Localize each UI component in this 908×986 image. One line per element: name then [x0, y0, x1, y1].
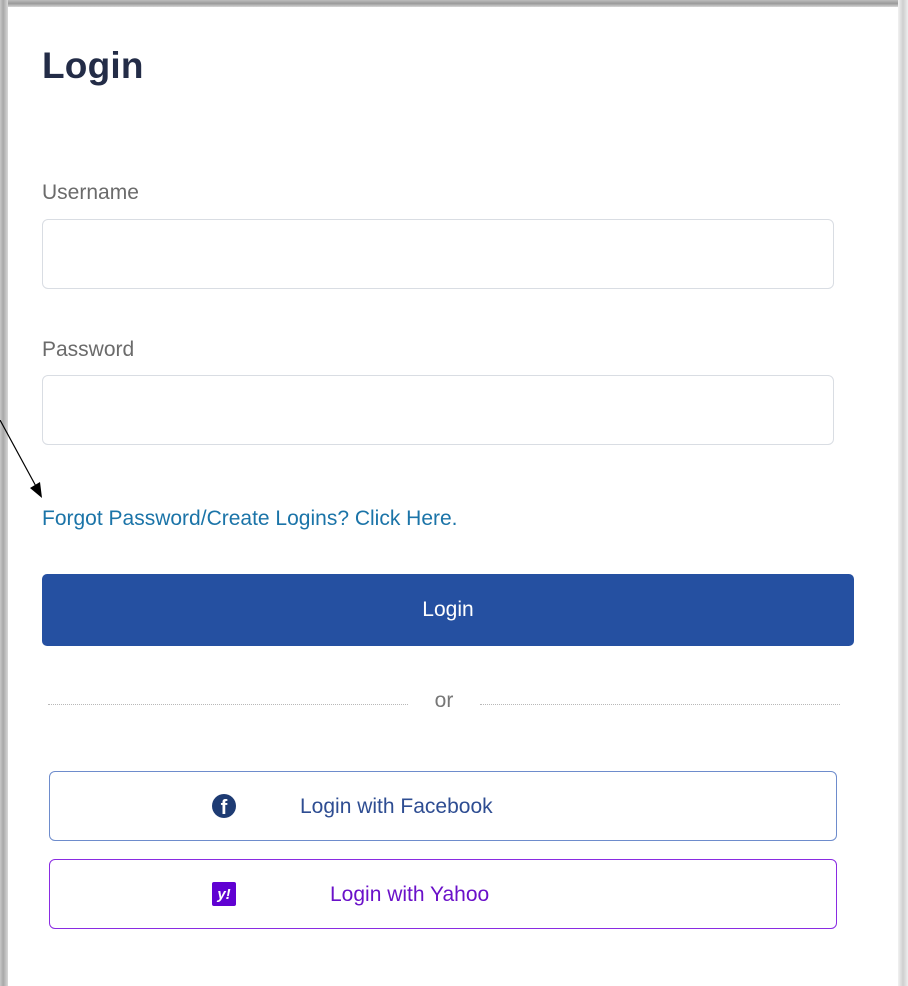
login-with-facebook-button[interactable]: f Login with Facebook	[49, 771, 837, 841]
facebook-button-label: Login with Facebook	[300, 795, 493, 818]
username-input[interactable]	[42, 219, 834, 289]
login-with-yahoo-button[interactable]: y! Login with Yahoo	[49, 859, 837, 929]
divider-or-text: or	[434, 689, 454, 712]
divider-line-right	[480, 704, 840, 705]
or-divider: or	[48, 689, 848, 719]
divider-line-left	[48, 704, 408, 705]
yahoo-button-label: Login with Yahoo	[330, 883, 490, 906]
yahoo-icon: y!	[212, 882, 236, 906]
window-frame-right	[898, 0, 908, 986]
forgot-password-link[interactable]: Forgot Password/Create Logins? Click Her…	[42, 507, 458, 531]
page-title: Login	[42, 45, 144, 86]
username-label: Username	[42, 181, 139, 204]
window-frame-top	[0, 0, 908, 7]
login-panel: Login Username Password Forgot Password/…	[8, 7, 898, 986]
login-button[interactable]: Login	[42, 574, 854, 646]
annotation-arrow-icon	[0, 420, 42, 498]
facebook-icon: f	[212, 794, 236, 818]
password-input[interactable]	[42, 375, 834, 445]
password-label: Password	[42, 338, 135, 361]
